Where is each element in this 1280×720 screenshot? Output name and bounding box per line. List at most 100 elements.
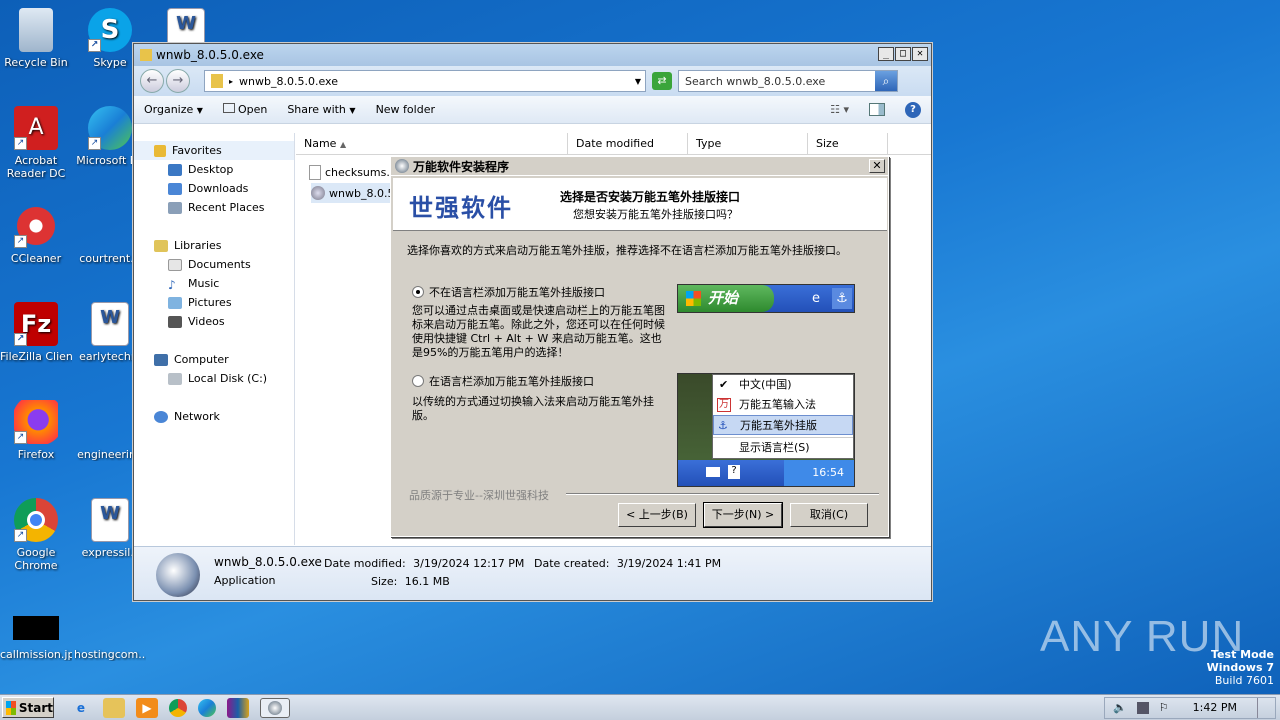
winrar-taskbar-icon[interactable]	[227, 697, 249, 718]
ie-taskbar-icon[interactable]: e	[70, 698, 92, 718]
taskbar-clock[interactable]: 1:42 PM	[1193, 701, 1237, 714]
organize-label: Organize	[144, 103, 194, 116]
menu-item-chinese: ✔ 中文(中国)	[713, 375, 853, 395]
text-file-icon	[309, 164, 321, 180]
nav-libraries[interactable]: Libraries	[134, 236, 294, 255]
address-bar[interactable]: ▸ wnwb_8.0.5.0.exe ▼	[204, 70, 646, 92]
desktop-icon-firefox[interactable]: ↗ Firefox	[0, 400, 72, 461]
instruction-text: 选择你喜欢的方式来启动万能五笔外挂版，推荐选择不在语言栏添加万能五笔外挂版接口。	[407, 244, 847, 257]
nav-music[interactable]: ♪ Music	[134, 274, 294, 293]
menu-item-wanneng-ime: 万万能五笔输入法	[713, 395, 853, 415]
details-filename: wnwb_8.0.5.0.exe	[214, 555, 322, 569]
maximize-button[interactable]: □	[895, 47, 911, 61]
help-icon[interactable]: ?	[905, 101, 921, 118]
preview-clock: 16:54	[784, 460, 854, 486]
option2-description: 以传统的方式通过切换输入法来启动万能五笔外挂版。	[412, 395, 654, 422]
recent-places-icon	[168, 201, 182, 214]
column-size[interactable]: Size	[808, 133, 888, 154]
refresh-icon[interactable]: ⇄	[652, 72, 672, 90]
nav-network[interactable]: Network	[134, 407, 294, 426]
menu-item-show-langbar: 显示语言栏(S)	[713, 437, 853, 457]
downloads-icon	[168, 182, 182, 195]
desktop-icon-ccleaner[interactable]: ↗ CCleaner	[0, 204, 72, 265]
desktop-icon	[168, 163, 182, 176]
volume-icon[interactable]: 🔈	[1113, 701, 1127, 714]
cancel-button[interactable]: 取消(C)	[790, 503, 868, 527]
dialog-titlebar[interactable]: 万能软件安装程序	[391, 157, 888, 176]
show-desktop-button[interactable]	[1257, 697, 1267, 718]
installer-taskbar-button[interactable]	[260, 697, 290, 718]
radio-no-langbar[interactable]	[412, 286, 424, 298]
test-mode-text: Test Mode	[1211, 648, 1274, 661]
start-button[interactable]: Start	[2, 697, 54, 718]
nav-label: Desktop	[188, 163, 234, 176]
chrome-taskbar-icon[interactable]	[169, 698, 187, 717]
column-date-modified[interactable]: Date modified	[568, 133, 688, 154]
installer-icon	[268, 700, 282, 715]
file-row-selected[interactable]: wnwb_8.0.5	[311, 183, 401, 203]
nav-local-disk[interactable]: Local Disk (C:)	[134, 369, 294, 388]
nav-recent-places[interactable]: Recent Places	[134, 198, 294, 217]
close-button[interactable]: ✕	[912, 47, 928, 61]
installer-icon	[311, 186, 325, 200]
ie-icon: e	[812, 291, 820, 306]
explorer-taskbar-icon[interactable]	[103, 697, 125, 718]
nav-pictures[interactable]: Pictures	[134, 293, 294, 312]
share-with-button[interactable]: Share with ▼	[287, 103, 355, 116]
new-folder-button[interactable]: New folder	[376, 103, 435, 116]
window-title: wnwb_8.0.5.0.exe	[156, 48, 264, 62]
explorer-titlebar[interactable]: wnwb_8.0.5.0.exe	[134, 44, 931, 66]
forward-button[interactable]: →	[166, 69, 190, 93]
radio-langbar[interactable]	[412, 375, 424, 387]
open-button[interactable]: Open	[222, 103, 267, 116]
setup-dialog[interactable]: 万能软件安装程序 ✕ 世强软件 选择是否安装万能五笔外挂版接口 您想安装万能五笔…	[390, 156, 889, 537]
windows-version-text: Windows 7	[1206, 661, 1274, 674]
network-tray-icon[interactable]	[1136, 701, 1149, 714]
nav-label: Computer	[174, 353, 229, 366]
desktop-icon-hostingcom[interactable]: hostingcom...	[74, 616, 146, 661]
back-button[interactable]: < 上一步(B)	[618, 503, 696, 527]
nav-label: Pictures	[188, 296, 232, 309]
nav-documents[interactable]: Documents	[134, 255, 294, 274]
nav-downloads[interactable]: Downloads	[134, 179, 294, 198]
desktop-icon-chrome[interactable]: ↗ Google Chrome	[0, 498, 72, 572]
option-langbar[interactable]: 在语言栏添加万能五笔外挂版接口	[412, 373, 594, 389]
desktop-icon-recycle-bin[interactable]: Recycle Bin	[0, 8, 72, 69]
minimize-button[interactable]: _	[878, 47, 894, 61]
view-options-icon[interactable]: ☷ ▾	[830, 103, 849, 116]
nav-label: Music	[188, 277, 220, 290]
open-icon	[222, 103, 235, 113]
chevron-down-icon[interactable]: ▼	[635, 77, 641, 86]
nav-favorites[interactable]: Favorites	[134, 141, 294, 160]
details-modified-value: 3/19/2024 12:17 PM	[413, 557, 525, 570]
edge-taskbar-icon[interactable]	[198, 698, 216, 717]
organize-button[interactable]: Organize ▼	[144, 103, 203, 116]
file-row[interactable]: checksums.t	[309, 162, 394, 182]
flag-icon[interactable]: ⚐	[1159, 701, 1169, 714]
nav-videos[interactable]: Videos	[134, 312, 294, 331]
firefox-icon: ↗	[14, 400, 58, 444]
next-button[interactable]: 下一步(N) >	[703, 502, 783, 528]
column-name[interactable]: Name ▲	[296, 133, 568, 154]
search-input[interactable]: Search wnwb_8.0.5.0.exe ⌕	[678, 70, 898, 92]
documents-icon	[168, 258, 182, 271]
desktop-icon-callmission[interactable]: callmission.jpg	[0, 616, 72, 661]
media-player-taskbar-icon[interactable]: ▶	[136, 697, 158, 718]
option-no-langbar[interactable]: 不在语言栏添加万能五笔外挂版接口	[412, 284, 605, 300]
search-icon[interactable]: ⌕	[875, 71, 897, 91]
nav-computer[interactable]: Computer	[134, 350, 294, 369]
breadcrumb-arrow-icon[interactable]: ▸	[229, 77, 233, 86]
word-document-icon: W	[91, 302, 129, 346]
desktop-icon-acrobat[interactable]: A ↗ Acrobat Reader DC	[0, 106, 72, 180]
nav-desktop[interactable]: Desktop	[134, 160, 294, 179]
dialog-close-button[interactable]: ✕	[869, 159, 885, 173]
column-type[interactable]: Type	[688, 133, 808, 154]
file-name: checksums.t	[325, 165, 395, 179]
back-button[interactable]: ←	[140, 69, 164, 93]
preview-pane-icon[interactable]	[869, 103, 885, 116]
desktop-icon-filezilla[interactable]: Fz ↗ FileZilla Client	[0, 302, 72, 363]
address-row: ← → ▸ wnwb_8.0.5.0.exe ▼ ⇄ Search wnwb_8…	[134, 66, 931, 96]
edge-icon: ↗	[88, 106, 132, 150]
blank-file-icon	[88, 400, 132, 444]
